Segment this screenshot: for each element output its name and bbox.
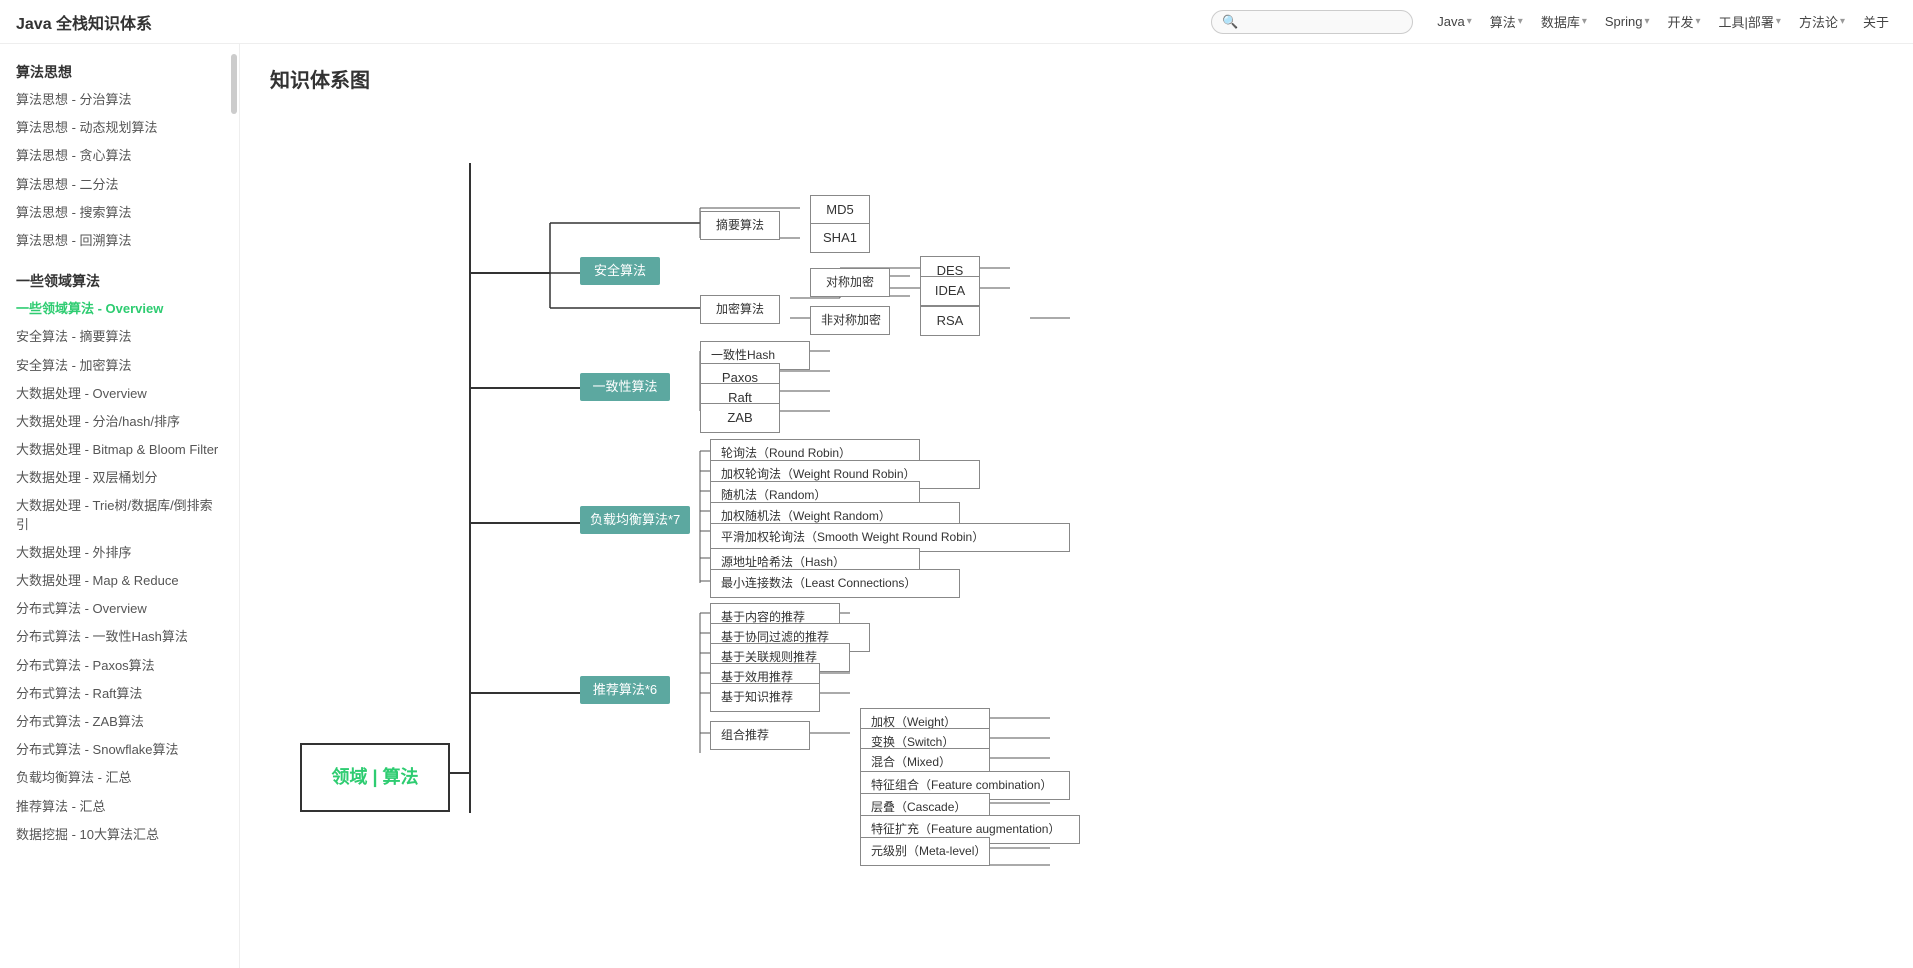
node-zab[interactable]: ZAB	[700, 403, 780, 433]
node-encrypt[interactable]: 加密算法	[700, 295, 780, 324]
sidebar-item-bigdata-hash[interactable]: 大数据处理 - 分治/hash/排序	[0, 408, 239, 436]
sidebar-item-dp[interactable]: 算法思想 - 动态规划算法	[0, 114, 239, 142]
sidebar-item-dist-paxos[interactable]: 分布式算法 - Paxos算法	[0, 652, 239, 680]
sidebar-item-datamining-summary[interactable]: 数据挖掘 - 10大算法汇总	[0, 821, 239, 849]
nav-java[interactable]: Java ▾	[1429, 10, 1480, 33]
sidebar-item-dist-snowflake[interactable]: 分布式算法 - Snowflake算法	[0, 736, 239, 764]
sidebar-item-divide[interactable]: 算法思想 - 分治算法	[0, 86, 239, 114]
node-asymmetric[interactable]: 非对称加密	[810, 306, 890, 335]
sidebar-item-greedy[interactable]: 算法思想 - 贪心算法	[0, 142, 239, 170]
sidebar-item-security-encrypt[interactable]: 安全算法 - 加密算法	[0, 352, 239, 380]
sidebar-item-bigdata-trie[interactable]: 大数据处理 - Trie树/数据库/倒排索引	[0, 492, 239, 538]
sidebar-item-recommend-summary[interactable]: 推荐算法 - 汇总	[0, 793, 239, 821]
node-security[interactable]: 安全算法	[580, 257, 660, 285]
page-title: 知识体系图	[270, 64, 1883, 93]
main-content: 知识体系图	[240, 44, 1913, 968]
chevron-down-icon: ▾	[1840, 16, 1845, 27]
sidebar-item-dist-raft[interactable]: 分布式算法 - Raft算法	[0, 680, 239, 708]
top-navigation: Java 全栈知识体系 🔍 Java ▾ 算法 ▾ 数据库 ▾ Spring ▾…	[0, 0, 1913, 44]
node-symmetric[interactable]: 对称加密	[810, 268, 890, 297]
nav-methodology[interactable]: 方法论 ▾	[1791, 8, 1853, 35]
nav-database[interactable]: 数据库 ▾	[1533, 8, 1595, 35]
node-meta-level[interactable]: 元级别（Meta-level）	[860, 837, 990, 866]
node-least-conn[interactable]: 最小连接数法（Least Connections）	[710, 569, 960, 598]
sidebar-item-bigdata-mapreduce[interactable]: 大数据处理 - Map & Reduce	[0, 567, 239, 595]
sidebar-item-bigdata-overview[interactable]: 大数据处理 - Overview	[0, 380, 239, 408]
chevron-down-icon: ▾	[1695, 16, 1700, 27]
chevron-down-icon: ▾	[1467, 16, 1472, 27]
node-idea[interactable]: IDEA	[920, 276, 980, 306]
mindmap-container: 领域 | 算法 安全算法 摘要算法 MD5 SHA1 加密算法 对称加密 DES…	[270, 113, 1470, 913]
node-consistency[interactable]: 一致性算法	[580, 373, 670, 401]
sidebar-section-algorithm-thoughts: 算法思想	[0, 54, 239, 86]
node-recommend[interactable]: 推荐算法*6	[580, 676, 670, 704]
chevron-down-icon: ▾	[1776, 16, 1781, 27]
sidebar-item-lb-summary[interactable]: 负载均衡算法 - 汇总	[0, 764, 239, 792]
node-digest[interactable]: 摘要算法	[700, 211, 780, 240]
sidebar-item-domain-overview[interactable]: 一些领域算法 - Overview	[0, 295, 239, 323]
sidebar-item-dist-overview[interactable]: 分布式算法 - Overview	[0, 595, 239, 623]
sidebar-item-bigdata-bucket[interactable]: 大数据处理 - 双层桶划分	[0, 464, 239, 492]
node-loadbalance[interactable]: 负载均衡算法*7	[580, 506, 690, 534]
node-knowledge[interactable]: 基于知识推荐	[710, 683, 820, 712]
sidebar-item-backtrack[interactable]: 算法思想 - 回溯算法	[0, 227, 239, 255]
app-logo: Java 全栈知识体系	[16, 10, 152, 34]
sidebar-item-dist-consistent-hash[interactable]: 分布式算法 - 一致性Hash算法	[0, 623, 239, 651]
sidebar-section-domain-algo: 一些领域算法	[0, 263, 239, 295]
search-input[interactable]	[1242, 14, 1402, 29]
sidebar-item-security-digest[interactable]: 安全算法 - 摘要算法	[0, 323, 239, 351]
scroll-indicator	[231, 54, 237, 114]
chevron-down-icon: ▾	[1644, 16, 1649, 27]
center-node[interactable]: 领域 | 算法	[300, 743, 450, 812]
nav-about[interactable]: 关于	[1855, 8, 1897, 35]
nav-dev[interactable]: 开发 ▾	[1659, 8, 1708, 35]
sidebar-item-search[interactable]: 算法思想 - 搜索算法	[0, 199, 239, 227]
nav-tools[interactable]: 工具|部署 ▾	[1711, 8, 1789, 35]
sidebar-item-dist-zab[interactable]: 分布式算法 - ZAB算法	[0, 708, 239, 736]
node-combo[interactable]: 组合推荐	[710, 721, 810, 750]
sidebar-item-binary[interactable]: 算法思想 - 二分法	[0, 171, 239, 199]
nav-spring[interactable]: Spring ▾	[1597, 10, 1658, 33]
chevron-down-icon: ▾	[1518, 16, 1523, 27]
search-icon: 🔍	[1222, 14, 1238, 30]
sidebar-item-bigdata-bitmap[interactable]: 大数据处理 - Bitmap & Bloom Filter	[0, 436, 239, 464]
nav-algorithm[interactable]: 算法 ▾	[1482, 8, 1531, 35]
sidebar-item-bigdata-external-sort[interactable]: 大数据处理 - 外排序	[0, 539, 239, 567]
nav-items: Java ▾ 算法 ▾ 数据库 ▾ Spring ▾ 开发 ▾ 工具|部署 ▾ …	[1429, 8, 1897, 35]
chevron-down-icon: ▾	[1582, 16, 1587, 27]
node-sha1[interactable]: SHA1	[810, 223, 870, 253]
sidebar: 算法思想 算法思想 - 分治算法 算法思想 - 动态规划算法 算法思想 - 贪心…	[0, 44, 240, 968]
node-md5[interactable]: MD5	[810, 195, 870, 225]
search-box[interactable]: 🔍	[1211, 10, 1413, 34]
node-rsa[interactable]: RSA	[920, 306, 980, 336]
